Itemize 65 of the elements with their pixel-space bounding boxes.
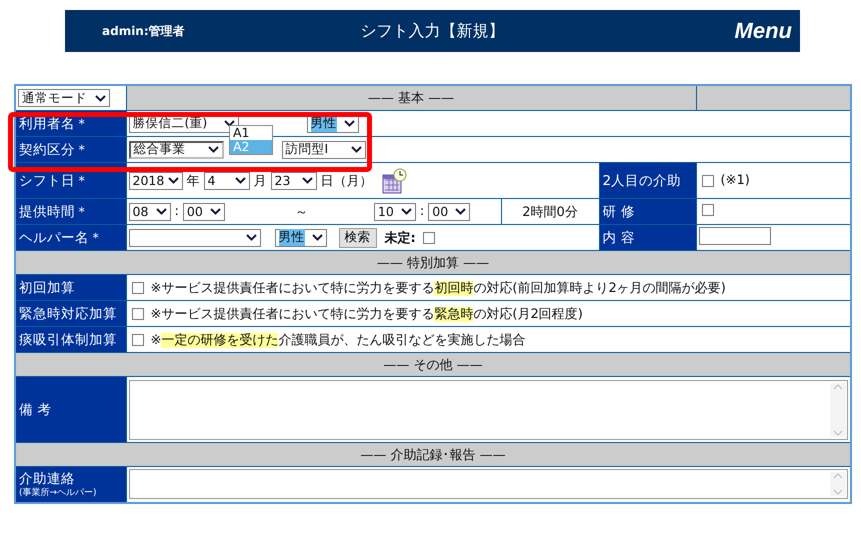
field-text: 日（月） [320,172,372,190]
chevron-icon [168,177,178,184]
field-label: 痰吸引体制加算 [15,326,126,352]
field-label: ヘルパー名＊ [15,224,126,250]
addition-note: ※一定の研修を受けた介護職員が、たん吸引などを実施した場合 [150,332,526,348]
section-header: —— その他 —— [15,352,851,376]
field-text: ～ [294,204,308,220]
field-label: 契約区分＊ [15,136,126,162]
field-label: 2人目の介助 [599,162,696,198]
field-text: : [420,204,424,219]
addition-note: ※サービス提供責任者において特に労力を要する緊急時の対応(月2回程度) [150,306,583,322]
checkbox[interactable] [702,174,714,186]
chevron-icon [210,208,221,215]
chevron-icon [400,208,412,215]
section-header: —— 介助記録･報告 —— [15,442,851,466]
chevron-icon [234,177,246,184]
addition-note: ※サービス提供責任者において特に労力を要する初回時の対応(前回加算時より2ヶ月の間隔が必要) [150,280,726,296]
section-header: —— 特別加算 —— [15,250,851,274]
menu-button[interactable]: Menu [734,18,792,44]
dropdown[interactable]: 00 [428,202,470,220]
dropdown[interactable]: 男性 [274,228,326,246]
chevron-icon [455,208,466,215]
checkbox[interactable] [422,232,435,244]
field-text: 月 [254,172,266,190]
field-text: 未定: [384,230,416,246]
chevron-icon [312,234,322,241]
checkbox[interactable] [132,308,144,320]
dropdown[interactable]: 訪問型Ⅰ [282,140,366,158]
section-header: —— 基本 —— [126,85,696,110]
field-label: 備 考 [15,376,126,442]
field-label: 介助連絡 (事業所→ヘルパー) [15,466,126,502]
dropdown[interactable]: 通常モード [18,89,110,107]
chevron-icon [350,146,362,153]
field-label: 初回加算 [15,274,126,300]
dropdown[interactable]: 総合事業 [128,140,224,158]
search-button[interactable]: 検索 [338,228,376,248]
field-text: 年 [186,172,200,190]
duration-text: 2時間0分 [501,198,599,224]
checkbox[interactable] [132,282,144,294]
chevron-icon [224,120,234,127]
dropdown[interactable]: 00 [182,202,225,220]
field-label: 研 修 [599,198,696,224]
checkbox[interactable] [132,334,144,346]
field-text: (※1) [720,173,750,188]
dropdown[interactable]: 10 [374,202,416,220]
chevron-icon [156,208,166,215]
dropdown[interactable]: 23 [270,172,316,190]
dropdown[interactable]: 2018 [128,172,182,190]
field-label: 緊急時対応加算 [15,300,126,326]
user-label: admin:管理者 [101,22,186,40]
dropdown[interactable]: 08 [128,202,170,220]
chevron-icon [344,120,354,127]
field-label: 内 容 [599,224,696,250]
field-label: 提供時間＊ [15,198,126,224]
input-field[interactable] [698,226,770,244]
chevron-icon [246,234,256,241]
field-text: : [174,204,179,219]
chevron-icon [302,177,312,184]
chevron-icon [208,146,218,153]
checkbox[interactable] [702,204,714,216]
dropdown[interactable]: 4 [204,172,250,190]
calendar-icon[interactable] [380,166,406,194]
chevron-icon [95,94,106,102]
dropdown[interactable] [128,228,260,246]
page-title: シフト入力【新規】 [360,20,506,42]
